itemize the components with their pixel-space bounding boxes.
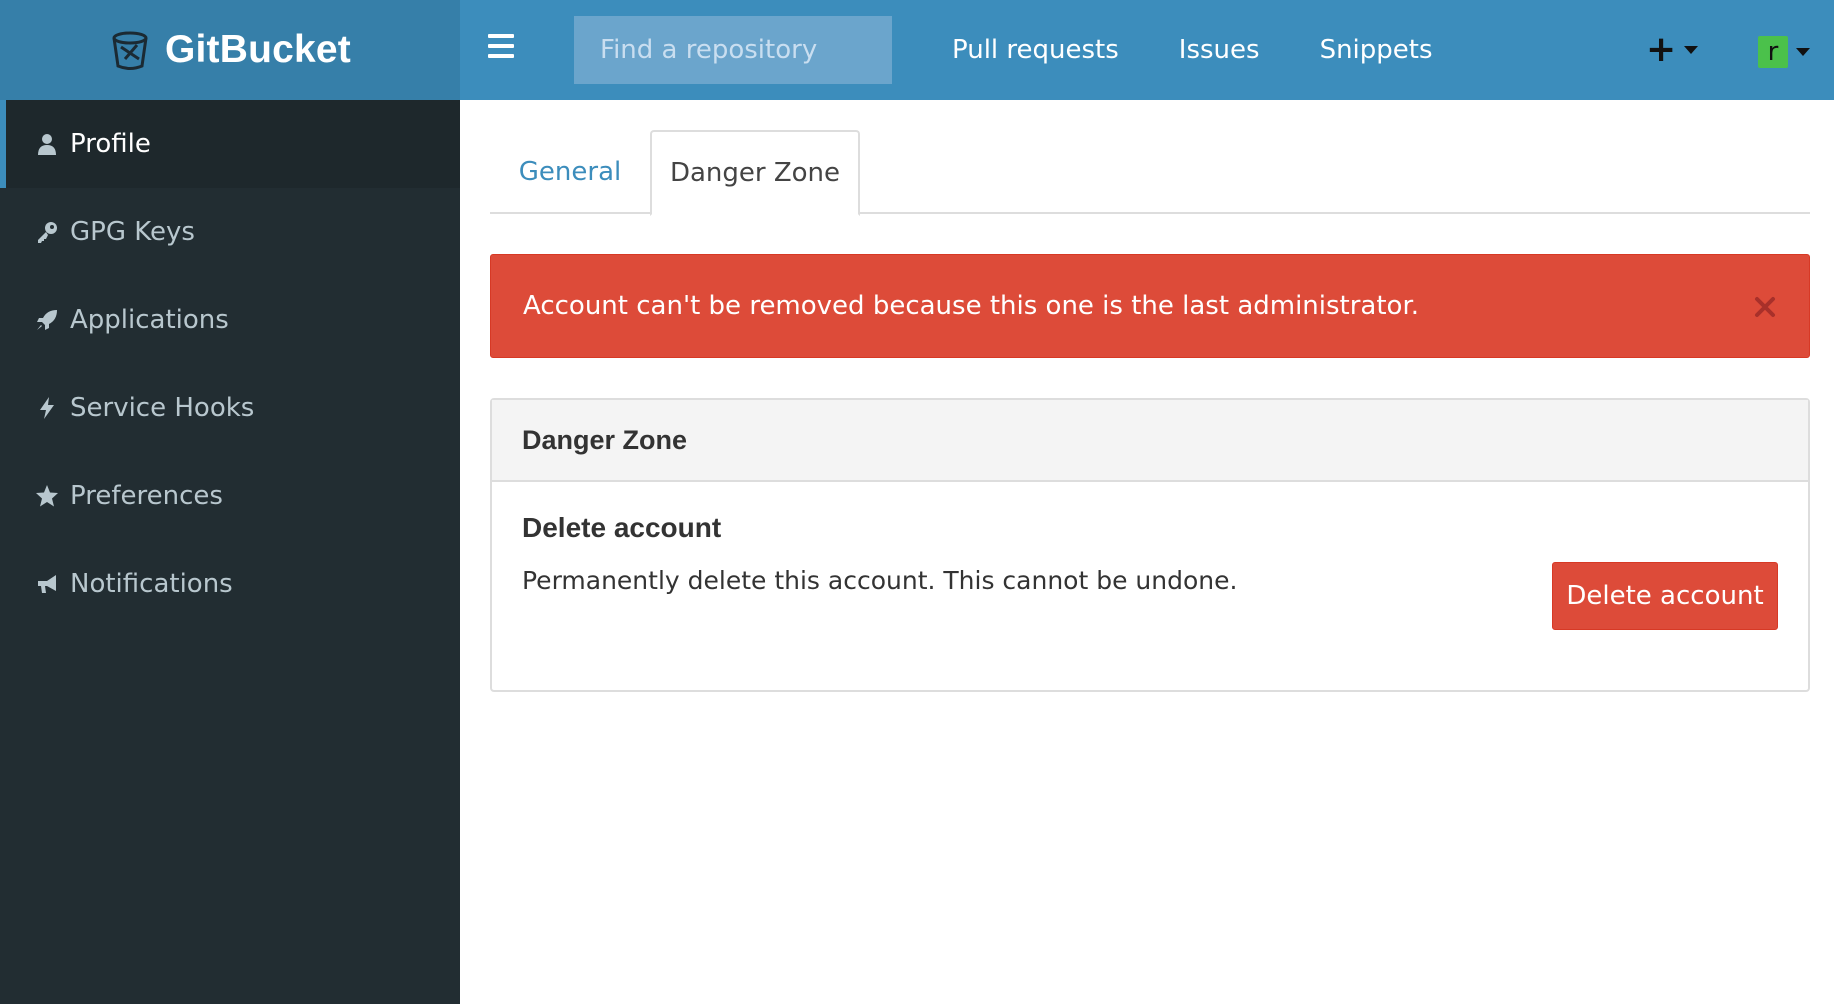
- tab-general[interactable]: General: [490, 130, 650, 214]
- bolt-icon: [34, 395, 60, 421]
- box-body: Delete account Permanently delete this a…: [492, 482, 1808, 690]
- brand-logo-link[interactable]: GitBucket: [0, 0, 460, 100]
- sidebar-item-label: Notifications: [70, 569, 233, 599]
- delete-account-heading: Delete account: [522, 512, 722, 543]
- chevron-down-icon: [1796, 48, 1810, 56]
- nav-issues[interactable]: Issues: [1179, 35, 1260, 65]
- plus-icon: +: [1646, 29, 1677, 70]
- delete-account-description: Permanently delete this account. This ca…: [522, 566, 1238, 595]
- top-header: Pull requests Issues Snippets + r: [460, 0, 1834, 100]
- nav-snippets[interactable]: Snippets: [1320, 35, 1433, 65]
- create-new-dropdown[interactable]: +: [1646, 29, 1699, 70]
- close-icon[interactable]: [1751, 293, 1779, 321]
- sidebar-item-profile[interactable]: Profile: [0, 100, 460, 188]
- user-menu-dropdown[interactable]: r: [1758, 36, 1810, 68]
- error-alert: Account can't be removed because this on…: [490, 254, 1810, 358]
- star-icon: [34, 483, 60, 509]
- bucket-logo-icon: [112, 31, 148, 70]
- box-title: Danger Zone: [492, 400, 1808, 482]
- delete-account-button[interactable]: Delete account: [1552, 562, 1778, 630]
- alert-message: Account can't be removed because this on…: [523, 291, 1420, 321]
- chevron-down-icon: [1684, 46, 1699, 54]
- sidebar-item-label: GPG Keys: [70, 217, 195, 247]
- hamburger-menu-icon[interactable]: [488, 34, 518, 66]
- nav-pull-requests[interactable]: Pull requests: [952, 35, 1119, 65]
- top-nav: Pull requests Issues Snippets: [952, 0, 1493, 100]
- sidebar-menu: Profile GPG Keys Applications Service Ho…: [0, 100, 460, 628]
- danger-zone-box: Danger Zone Delete account Permanently d…: [490, 398, 1810, 692]
- sidebar-item-notifications[interactable]: Notifications: [0, 540, 460, 628]
- search-input[interactable]: [574, 16, 892, 84]
- bullhorn-icon: [34, 571, 60, 597]
- avatar: r: [1758, 36, 1788, 68]
- sidebar-item-service-hooks[interactable]: Service Hooks: [0, 364, 460, 452]
- rocket-icon: [34, 307, 60, 333]
- sidebar-item-label: Profile: [70, 129, 151, 159]
- sidebar-item-preferences[interactable]: Preferences: [0, 452, 460, 540]
- brand-name: GitBucket: [164, 28, 351, 71]
- sidebar-item-label: Service Hooks: [70, 393, 255, 423]
- sidebar-item-applications[interactable]: Applications: [0, 276, 460, 364]
- sidebar-item-gpg-keys[interactable]: GPG Keys: [0, 188, 460, 276]
- settings-tabs: General Danger Zone: [490, 130, 1810, 216]
- user-icon: [34, 131, 60, 157]
- tab-danger-zone[interactable]: Danger Zone: [650, 130, 860, 216]
- sidebar-item-label: Applications: [70, 305, 229, 335]
- sidebar: GitBucket Profile GPG Keys Applications …: [0, 0, 460, 1004]
- key-icon: [34, 219, 60, 245]
- sidebar-item-label: Preferences: [70, 481, 223, 511]
